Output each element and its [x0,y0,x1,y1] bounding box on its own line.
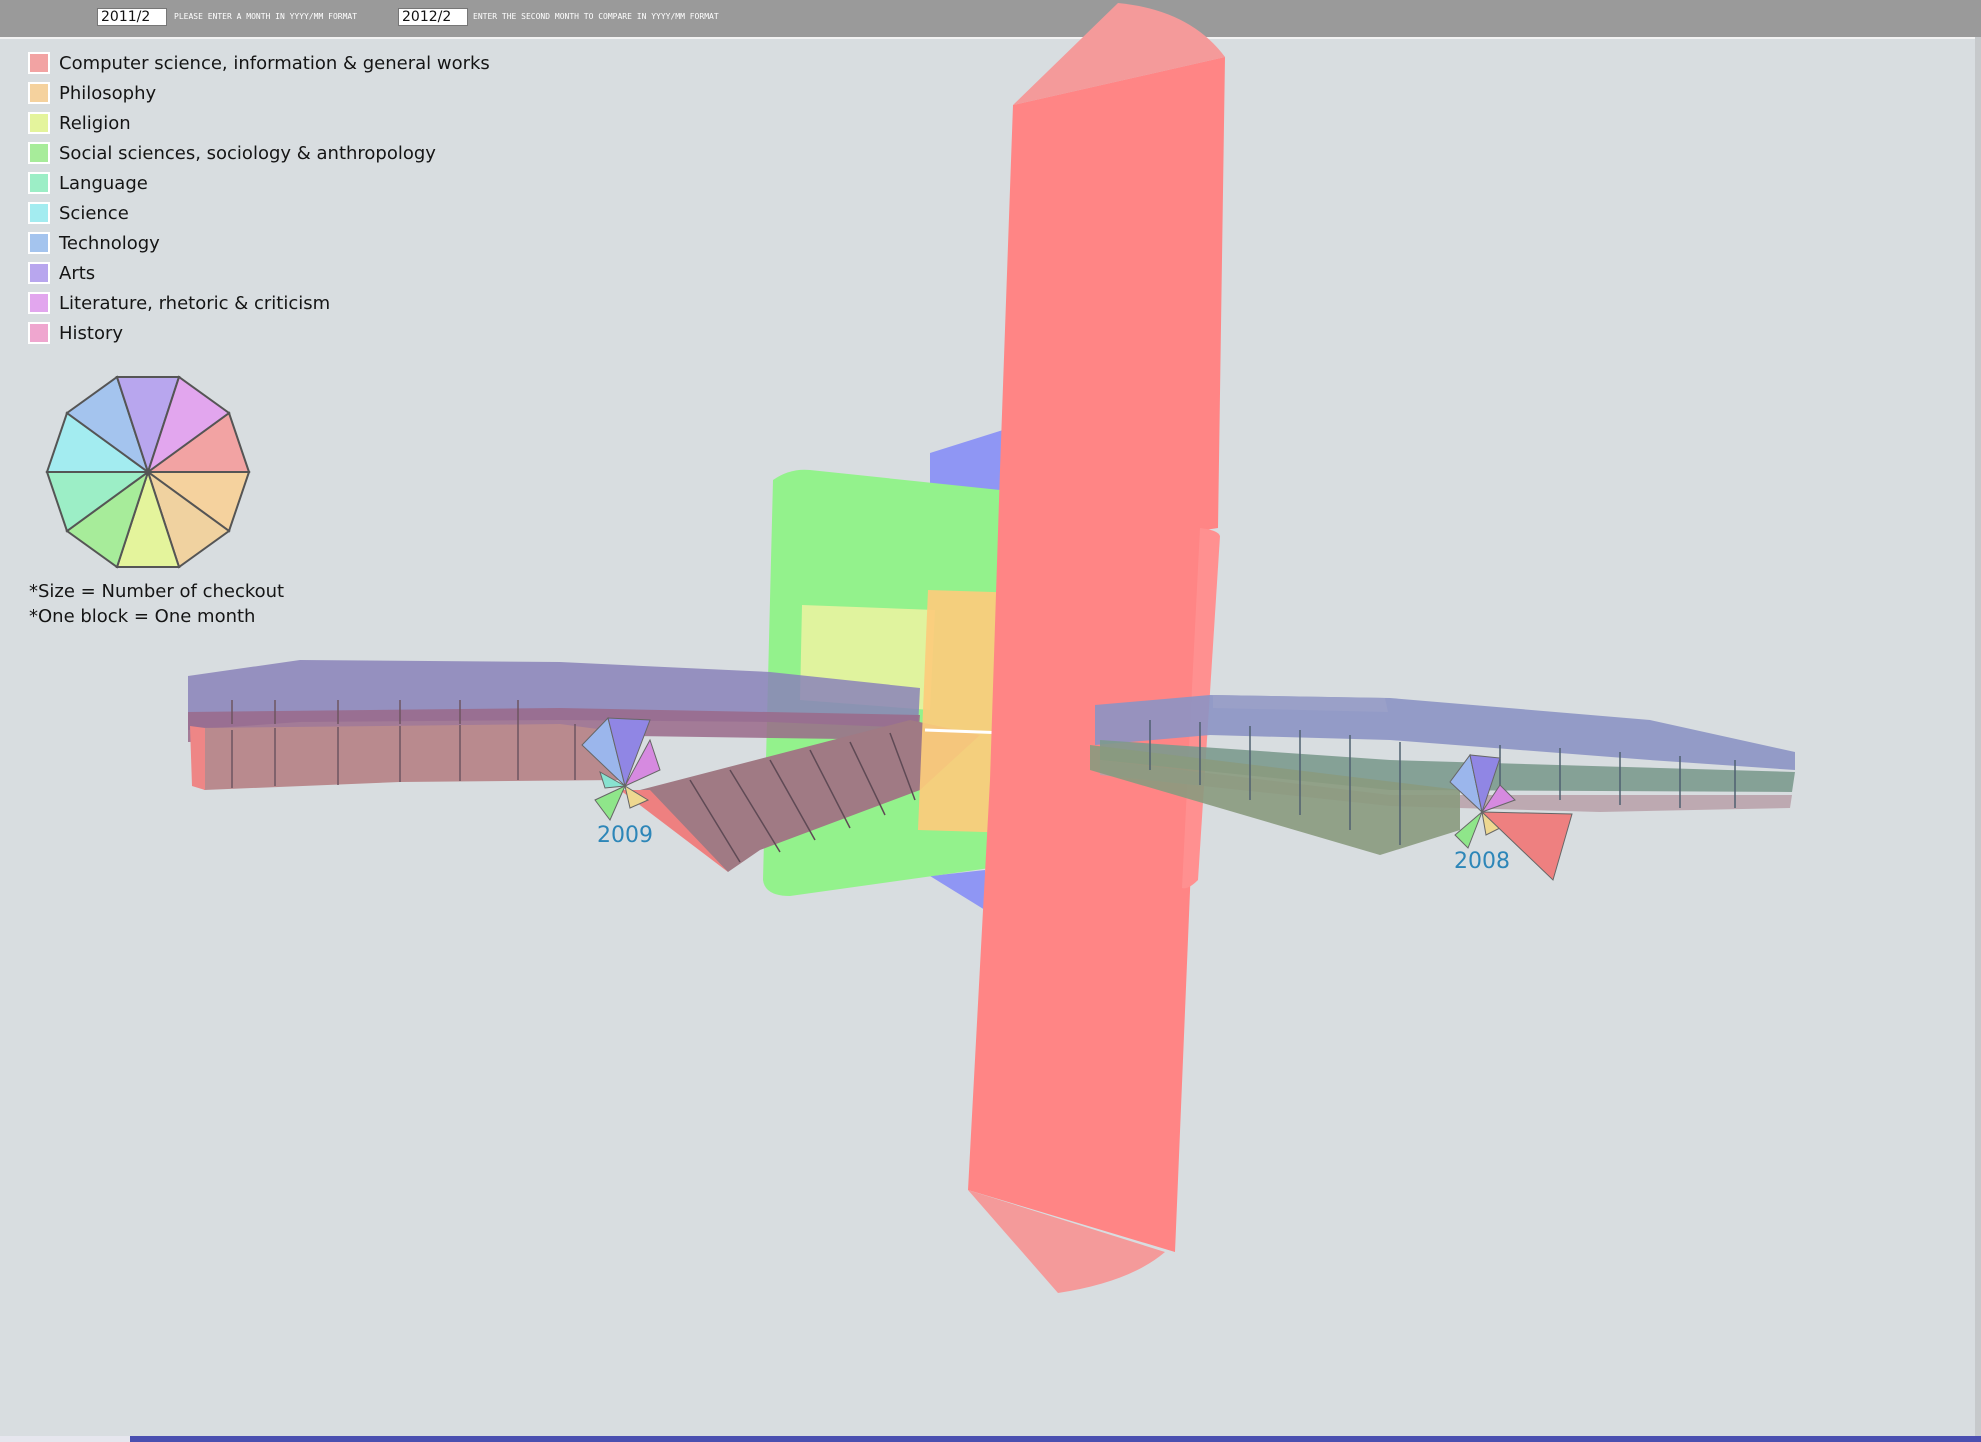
cs-cylinder [968,3,1225,1293]
visualization-canvas[interactable]: 2009 2008 [0,0,1981,1436]
cs-cylinder-body [968,57,1225,1252]
left-wheel-green [594,784,626,821]
blue-slab-bottom [930,870,985,910]
year-label-right: 2008 [1454,849,1510,874]
left-tube-end [190,726,205,790]
category-wheel-key [45,375,251,569]
year-label-left: 2009 [597,823,653,848]
right-edge-strip [1975,37,1981,1436]
bottom-strip [0,1436,1981,1442]
bottom-strip-segment [0,1436,130,1442]
left-tube-bottom [196,724,620,790]
